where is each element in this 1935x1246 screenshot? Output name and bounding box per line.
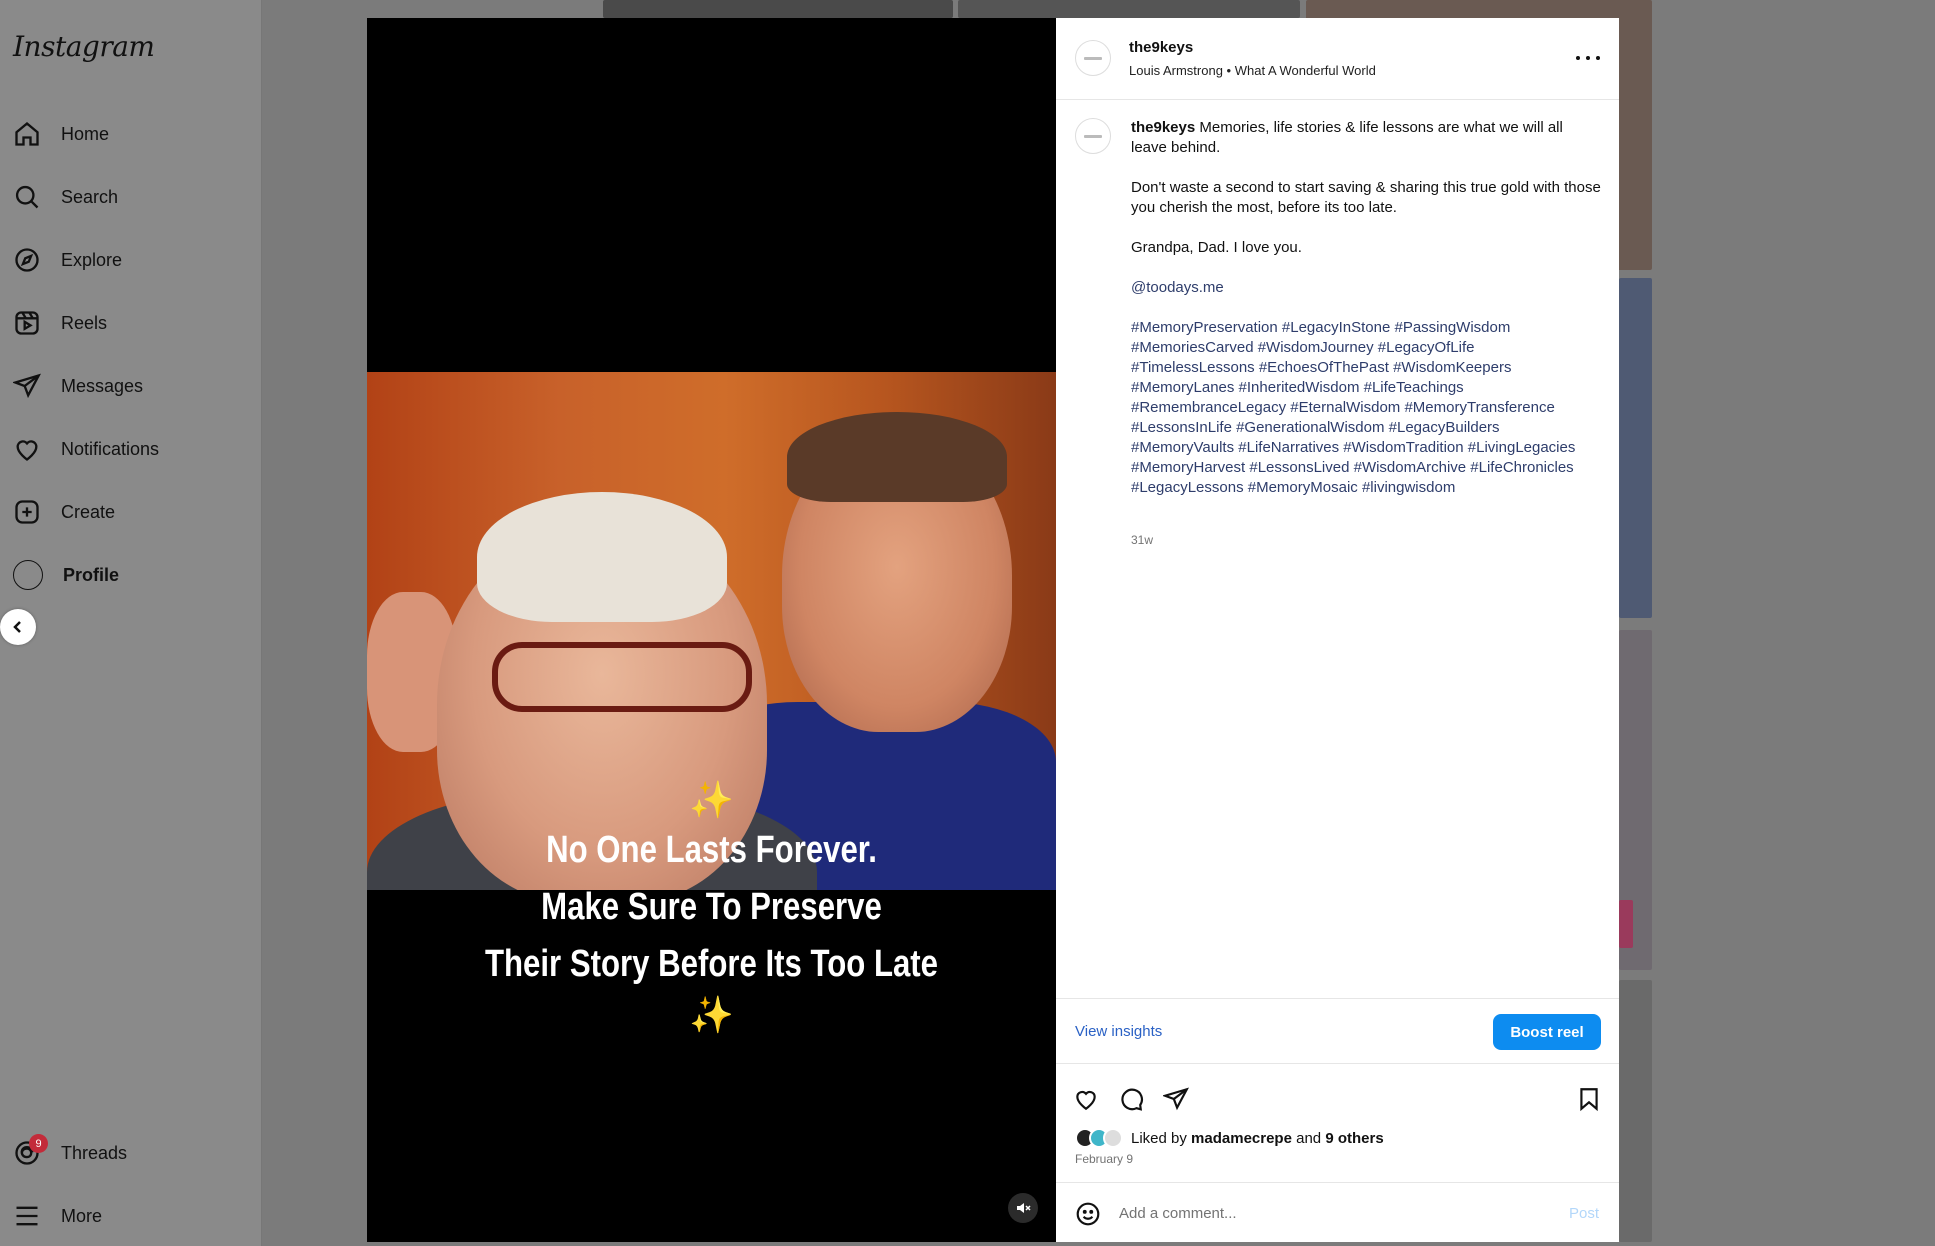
sidebar-item-messages[interactable]: Messages [0, 362, 240, 410]
reels-icon [15, 311, 39, 335]
sidebar-item-more[interactable]: More [0, 1192, 240, 1240]
avatar[interactable] [1103, 1128, 1123, 1148]
comment-icon[interactable] [1118, 1086, 1144, 1112]
menu-icon [16, 1206, 38, 1226]
share-icon[interactable] [1163, 1086, 1189, 1112]
caption-line: Their Story Before Its Too Late [484, 943, 939, 985]
caption-paragraph: Grandpa, Dad. I love you. [1131, 239, 1302, 256]
explore-icon [15, 248, 39, 272]
messages-icon [13, 373, 41, 399]
instagram-logo[interactable]: Instagram [13, 30, 155, 63]
sidebar-item-label: Profile [63, 564, 120, 585]
reel-video[interactable]: ✨ No One Lasts Forever. Make Sure To Pre… [367, 18, 1056, 1242]
sidebar-item-label: Create [61, 501, 116, 522]
caption-paragraph: Don't waste a second to start saving & s… [1131, 179, 1601, 216]
post-caption: the9keys Memories, life stories & life l… [1131, 118, 1601, 518]
sidebar-item-explore[interactable]: Explore [0, 236, 240, 284]
bookmark-icon[interactable] [1576, 1086, 1602, 1112]
chevron-left-icon [13, 621, 21, 633]
liker-username[interactable]: madamecrepe [1191, 1130, 1292, 1147]
sparkles-icon: ✨ [689, 779, 734, 820]
post-username[interactable]: the9keys [1129, 39, 1193, 56]
collapse-button[interactable] [0, 609, 36, 645]
sidebar-item-profile[interactable]: Profile [0, 551, 240, 599]
sidebar-item-label: Search [61, 186, 119, 207]
photo-glasses [492, 642, 752, 712]
likes-and: and [1291, 1129, 1326, 1147]
emoji-icon[interactable] [1075, 1201, 1101, 1227]
sidebar-item-label: Messages [61, 375, 144, 396]
sidebar-item-label: Explore [61, 249, 123, 270]
sidebar-item-label: Notifications [61, 438, 160, 459]
post-date: February 9 [1075, 1152, 1134, 1166]
audio-track[interactable]: Louis Armstrong • What A Wonderful World [1129, 63, 1376, 78]
heart-icon [16, 440, 38, 461]
likes-prefix: Liked by [1131, 1129, 1192, 1147]
heart-icon[interactable] [1073, 1086, 1099, 1112]
mute-button[interactable] [1008, 1193, 1038, 1223]
mention-link[interactable]: @toodays.me [1131, 278, 1601, 298]
more-options-button[interactable] [1576, 48, 1600, 68]
comment-input[interactable] [1119, 1201, 1519, 1225]
sidebar-item-reels[interactable]: Reels [0, 299, 240, 347]
muted-speaker-icon [1017, 1203, 1031, 1213]
photo-hair-right [787, 412, 1007, 502]
sidebar-item-label: Reels [61, 312, 108, 333]
sidebar-item-home[interactable]: Home [0, 110, 240, 158]
post-header: the9keys Louis Armstrong • What A Wonder… [1056, 18, 1619, 100]
sidebar-item-label: More [61, 1205, 103, 1226]
video-caption-overlay: ✨ No One Lasts Forever. Make Sure To Pre… [367, 778, 1056, 1037]
caption-username[interactable]: the9keys [1131, 119, 1195, 136]
sidebar-item-notifications[interactable]: Notifications [0, 425, 240, 473]
photo-hair-left [477, 492, 727, 622]
avatar [13, 560, 43, 590]
post-details-panel: the9keys Louis Armstrong • What A Wonder… [1056, 18, 1619, 1242]
notification-badge: 9 [29, 1134, 48, 1153]
sidebar-item-create[interactable]: Create [0, 488, 240, 536]
boost-reel-button[interactable]: Boost reel [1493, 1014, 1601, 1050]
caption-avatar[interactable] [1075, 118, 1111, 154]
home-icon [15, 121, 39, 146]
sidebar-item-label: Threads [61, 1142, 128, 1163]
likes-text: Liked by madamecrepe and 9 others [1131, 1130, 1384, 1147]
plus-square-icon [15, 500, 39, 524]
post-comment-button[interactable]: Post [1569, 1205, 1599, 1222]
comment-composer: Post [1056, 1182, 1619, 1242]
sidebar-item-search[interactable]: Search [0, 173, 240, 221]
sidebar-item-label: Home [61, 123, 110, 144]
view-insights-link[interactable]: View insights [1075, 1023, 1162, 1040]
caption-line: No One Lasts Forever. [546, 829, 877, 871]
post-age: 31w [1131, 533, 1154, 547]
others-link[interactable]: 9 others [1325, 1130, 1383, 1147]
avatar[interactable] [1075, 40, 1111, 76]
search-icon [15, 185, 39, 209]
sparkles-icon: ✨ [689, 994, 734, 1035]
action-bar [1056, 1078, 1619, 1118]
caption-line: Make Sure To Preserve [541, 886, 882, 928]
caption-text: Memories, life stories & life lessons ar… [1131, 119, 1563, 156]
sidebar: Instagram Home Search Explore Reels Mess… [0, 0, 262, 1246]
insights-row: View insights Boost reel [1056, 998, 1619, 1064]
likes-summary: Liked by madamecrepe and 9 others [1075, 1126, 1384, 1150]
hashtags[interactable]: #MemoryPreservation #LegacyInStone #Pass… [1131, 318, 1601, 498]
